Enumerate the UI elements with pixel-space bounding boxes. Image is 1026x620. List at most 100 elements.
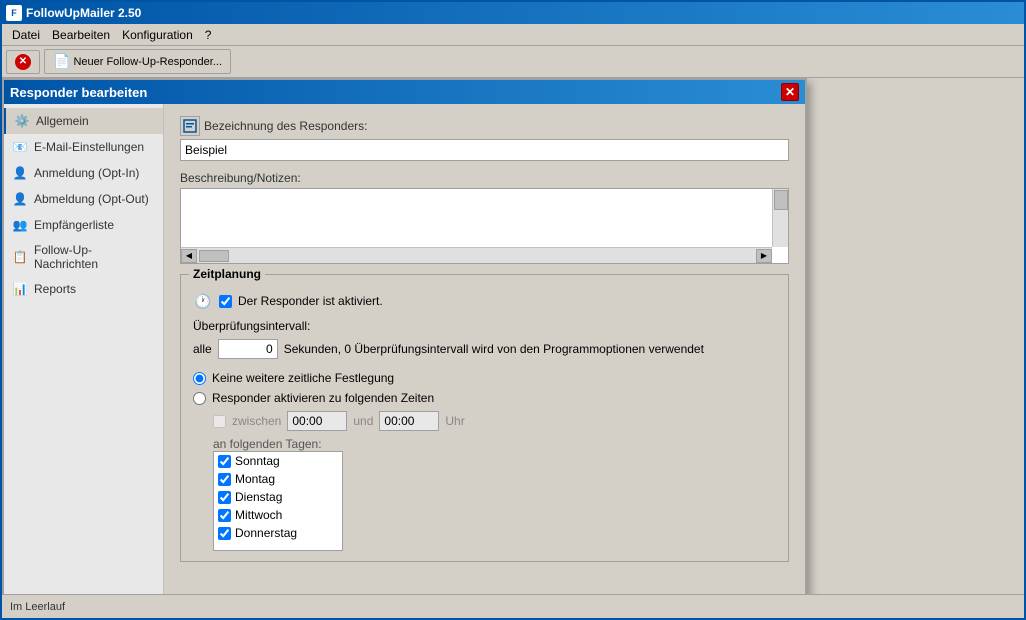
day-mittwoch-label: Mittwoch — [235, 508, 282, 522]
menu-bearbeiten[interactable]: Bearbeiten — [46, 26, 116, 44]
clock-icon: 🕐 — [193, 291, 213, 311]
day-montag-checkbox[interactable] — [218, 473, 231, 486]
time-checkbox[interactable] — [213, 415, 226, 428]
radio-keine[interactable] — [193, 372, 206, 385]
day-donnerstag-label: Donnerstag — [235, 526, 297, 540]
beschreibung-label: Beschreibung/Notizen: — [180, 171, 789, 185]
nav-optout-label: Abmeldung (Opt-Out) — [34, 192, 149, 206]
days-listbox[interactable]: Sonntag Montag Dienstag — [213, 451, 343, 551]
app-menubar: Datei Bearbeiten Konfiguration ? — [2, 24, 1024, 46]
day-sonntag-label: Sonntag — [235, 454, 280, 468]
time-start-input[interactable] — [287, 411, 347, 431]
interval-input[interactable] — [218, 339, 278, 359]
app-titlebar: F FollowUpMailer 2.50 — [2, 2, 1024, 24]
day-dienstag: Dienstag — [214, 488, 342, 506]
aktiviert-label: Der Responder ist aktiviert. — [238, 294, 383, 308]
aktiviert-row: 🕐 Der Responder ist aktiviert. — [193, 291, 776, 311]
menu-konfiguration[interactable]: Konfiguration — [116, 26, 199, 44]
dialog-titlebar: Responder bearbeiten ✕ — [4, 80, 805, 104]
nav-optin-label: Anmeldung (Opt-In) — [34, 166, 139, 180]
new-responder-btn[interactable]: 📄 Neuer Follow-Up-Responder... — [44, 49, 231, 74]
dialog-nav-allgemein[interactable]: ⚙️ Allgemein — [4, 108, 163, 134]
new-responder-label: Neuer Follow-Up-Responder... — [73, 56, 222, 68]
beschreibung-textarea[interactable] — [181, 189, 772, 249]
bezeichnung-group: Bezeichnung des Responders: — [180, 116, 789, 161]
new-responder-icon: 📄 — [53, 53, 70, 70]
dialog-responder-bearbeiten: Responder bearbeiten ✕ ⚙️ Allgemein 📧 E-… — [2, 78, 807, 594]
nachrichten-icon: 📋 — [12, 249, 28, 265]
menu-datei[interactable]: Datei — [6, 26, 46, 44]
vscrollbar-thumb — [774, 190, 788, 210]
new-responder-toolbar-btn[interactable]: ✕ — [6, 50, 40, 74]
radio-aktivieren-label: Responder aktivieren zu folgenden Zeiten — [212, 391, 434, 405]
zwischen-label: zwischen — [232, 414, 281, 428]
dialog-nav: ⚙️ Allgemein 📧 E-Mail-Einstellungen 👤 An… — [4, 104, 164, 594]
nav-allgemein-label: Allgemein — [36, 114, 89, 128]
time-end-input[interactable] — [379, 411, 439, 431]
zeitplanung-fieldset: Zeitplanung 🕐 Der Responder ist aktivier… — [180, 274, 789, 562]
bezeichnung-label: Bezeichnung des Responders: — [204, 119, 367, 133]
day-mittwoch: Mittwoch — [214, 506, 342, 524]
optin-icon: 👤 — [12, 165, 28, 181]
uhr-label: Uhr — [445, 414, 464, 428]
hscrollbar-right-btn[interactable]: ▶ — [756, 249, 772, 263]
dialog-nav-email[interactable]: 📧 E-Mail-Einstellungen — [4, 134, 163, 160]
app-toolbar: ✕ 📄 Neuer Follow-Up-Responder... — [2, 46, 1024, 78]
nav-reports-label: Reports — [34, 282, 76, 296]
textarea-vscrollbar[interactable] — [772, 189, 788, 247]
alle-label: alle — [193, 342, 212, 356]
dialog-nav-optout[interactable]: 👤 Abmeldung (Opt-Out) — [4, 186, 163, 212]
status-bar: Im Leerlauf — [2, 594, 1024, 618]
aktiviert-checkbox[interactable] — [219, 295, 232, 308]
day-dienstag-checkbox[interactable] — [218, 491, 231, 504]
day-donnerstag-checkbox[interactable] — [218, 527, 231, 540]
time-range-row: zwischen und Uhr — [213, 411, 776, 431]
optout-icon: 👤 — [12, 191, 28, 207]
empfaenger-icon: 👥 — [12, 217, 28, 233]
remove-icon: ✕ — [15, 54, 31, 70]
day-dienstag-label: Dienstag — [235, 490, 282, 504]
day-sonntag-checkbox[interactable] — [218, 455, 231, 468]
zeitplanung-legend: Zeitplanung — [189, 267, 265, 281]
bezeichnung-input[interactable] — [180, 139, 789, 161]
app-title: FollowUpMailer 2.50 — [26, 6, 141, 20]
radio-section: Keine weitere zeitliche Festlegung Respo… — [193, 371, 776, 551]
textarea-hscrollbar[interactable]: ◀ ▶ — [181, 247, 772, 263]
radio-keine-row: Keine weitere zeitliche Festlegung — [193, 371, 776, 385]
und-label: und — [353, 414, 373, 428]
dialog-nav-optin[interactable]: 👤 Anmeldung (Opt-In) — [4, 160, 163, 186]
day-montag: Montag — [214, 470, 342, 488]
nav-empfaenger-label: Empfängerliste — [34, 218, 114, 232]
dialog-body: ⚙️ Allgemein 📧 E-Mail-Einstellungen 👤 An… — [4, 104, 805, 594]
bezeichnung-icon — [180, 116, 200, 136]
allgemein-icon: ⚙️ — [14, 113, 30, 129]
radio-keine-label: Keine weitere zeitliche Festlegung — [212, 371, 394, 385]
day-sonntag: Sonntag — [214, 452, 342, 470]
day-mittwoch-checkbox[interactable] — [218, 509, 231, 522]
nav-email-label: E-Mail-Einstellungen — [34, 140, 144, 154]
sekunden-label: Sekunden, 0 Überprüfungsintervall wird v… — [284, 342, 704, 356]
dialog-title: Responder bearbeiten — [10, 85, 147, 100]
dialog-nav-nachrichten[interactable]: 📋 Follow-Up-Nachrichten — [4, 238, 163, 276]
dialog-nav-empfaenger[interactable]: 👥 Empfängerliste — [4, 212, 163, 238]
interval-section: Überprüfungsintervall: alle Sekunden, 0 … — [193, 319, 776, 359]
menu-help[interactable]: ? — [199, 26, 218, 44]
beschreibung-group: Beschreibung/Notizen: ◀ ▶ — [180, 171, 789, 264]
interval-label: Überprüfungsintervall: — [193, 319, 776, 333]
dialog-nav-reports[interactable]: 📊 Reports — [4, 276, 163, 302]
hscrollbar-left-btn[interactable]: ◀ — [181, 249, 197, 263]
radio-aktivieren-row: Responder aktivieren zu folgenden Zeiten — [193, 391, 776, 405]
app-icon: F — [6, 5, 22, 21]
email-icon: 📧 — [12, 139, 28, 155]
dialog-content: Bezeichnung des Responders: Beschreibung… — [164, 104, 805, 594]
day-montag-label: Montag — [235, 472, 275, 486]
reports-icon: 📊 — [12, 281, 28, 297]
beschreibung-textarea-wrapper: ◀ ▶ — [180, 188, 789, 264]
status-label: Im Leerlauf — [10, 601, 65, 613]
day-donnerstag: Donnerstag — [214, 524, 342, 542]
days-label: an folgenden Tagen: — [213, 437, 776, 451]
nav-nachrichten-label: Follow-Up-Nachrichten — [34, 243, 155, 271]
radio-aktivieren[interactable] — [193, 392, 206, 405]
hscrollbar-thumb — [199, 250, 229, 262]
dialog-close-btn[interactable]: ✕ — [781, 83, 799, 101]
